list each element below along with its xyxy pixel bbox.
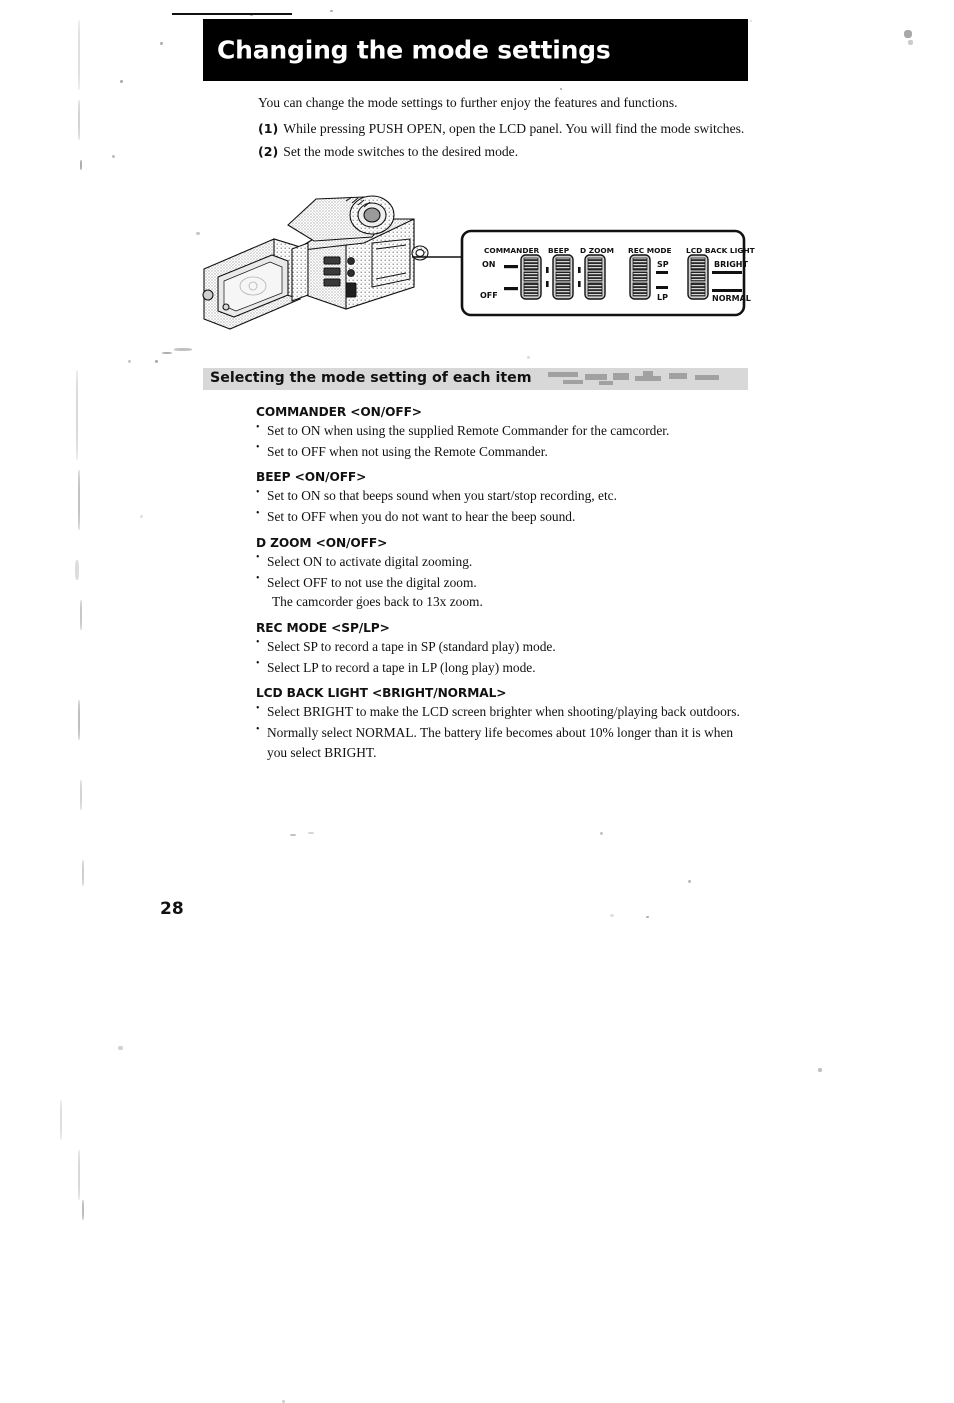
- mode-item-recmode: REC MODE <SP/LP> Select SP to record a t…: [256, 621, 751, 677]
- mode-item-bullets: Select ON to activate digital zooming. S…: [256, 552, 751, 612]
- mode-item-beep: BEEP <ON/OFF> Set to ON so that beeps so…: [256, 470, 751, 526]
- bullet: Set to OFF when you do not want to hear …: [256, 507, 751, 527]
- mode-item-bullets: Select SP to record a tape in SP (standa…: [256, 637, 751, 677]
- intro-block: You can change the mode settings to furt…: [258, 94, 748, 166]
- camcorder-figure: COMMANDER BEEP D ZOOM REC MODE LCD BACK …: [196, 183, 756, 333]
- switch-label-beep: BEEP: [548, 246, 570, 255]
- page-title: Changing the mode settings: [217, 36, 611, 65]
- bullet: Set to ON when using the supplied Remote…: [256, 421, 751, 441]
- page-number: 28: [160, 899, 184, 919]
- switch-value-sp: SP: [657, 260, 669, 269]
- mode-item-bullets: Select BRIGHT to make the LCD screen bri…: [256, 702, 751, 762]
- mode-items-list: COMMANDER <ON/OFF> Set to ON when using …: [256, 405, 751, 771]
- mode-item-bullets: Set to ON so that beeps sound when you s…: [256, 486, 751, 526]
- lcd-panel: [203, 239, 300, 329]
- switch-value-bright: BRIGHT: [714, 260, 748, 269]
- mode-item-heading: BEEP <ON/OFF>: [256, 470, 751, 484]
- switch-label-commander: COMMANDER: [484, 246, 540, 255]
- rear-port: [412, 246, 428, 260]
- mode-item-bullets: Set to ON when using the supplied Remote…: [256, 421, 751, 461]
- lcd-hinge: [292, 243, 308, 301]
- switch-panel-callout: COMMANDER BEEP D ZOOM REC MODE LCD BACK …: [462, 231, 755, 315]
- bullet: Set to OFF when not using the Remote Com…: [256, 442, 751, 462]
- mode-item-heading: REC MODE <SP/LP>: [256, 621, 751, 635]
- mode-item-heading: D ZOOM <ON/OFF>: [256, 536, 751, 550]
- step-number: (1): [258, 120, 278, 138]
- intro-step-2: (2) Set the mode switches to the desired…: [258, 143, 748, 161]
- header-top-rule: [172, 13, 292, 15]
- page-title-bar: Changing the mode settings: [203, 19, 748, 81]
- mode-item-heading: COMMANDER <ON/OFF>: [256, 405, 751, 419]
- bullet: Select LP to record a tape in LP (long p…: [256, 658, 751, 678]
- switch-label-dzoom: D ZOOM: [580, 246, 614, 255]
- bullet: Normally select NORMAL. The battery life…: [256, 723, 751, 762]
- intro-lead: You can change the mode settings to furt…: [258, 94, 748, 112]
- switch-value-normal: NORMAL: [712, 294, 751, 303]
- step-text: Set the mode switches to the desired mod…: [283, 143, 748, 161]
- bullet-continuation: The camcorder goes back to 13x zoom.: [267, 592, 751, 612]
- step-number: (2): [258, 143, 278, 161]
- bullet: Set to ON so that beeps sound when you s…: [256, 486, 751, 506]
- mode-item-backlight: LCD BACK LIGHT <BRIGHT/NORMAL> Select BR…: [256, 686, 751, 762]
- section-heading: Selecting the mode setting of each item: [210, 370, 532, 386]
- bullet: Select ON to activate digital zooming.: [256, 552, 751, 572]
- switch-value-off: OFF: [480, 291, 498, 300]
- switch-value-lp: LP: [657, 293, 668, 302]
- mode-item-commander: COMMANDER <ON/OFF> Set to ON when using …: [256, 405, 751, 461]
- step-text: While pressing PUSH OPEN, open the LCD p…: [283, 120, 748, 138]
- switch-label-backlight: LCD BACK LIGHT: [686, 246, 755, 255]
- intro-step-1: (1) While pressing PUSH OPEN, open the L…: [258, 120, 748, 138]
- camcorder-grip: [372, 239, 410, 287]
- mode-item-dzoom: D ZOOM <ON/OFF> Select ON to activate di…: [256, 536, 751, 612]
- bullet: Select BRIGHT to make the LCD screen bri…: [256, 702, 751, 722]
- mode-item-heading: LCD BACK LIGHT <BRIGHT/NORMAL>: [256, 686, 751, 700]
- bullet: Select SP to record a tape in SP (standa…: [256, 637, 751, 657]
- bullet: Select OFF to not use the digital zoom. …: [256, 573, 751, 612]
- switch-value-on: ON: [482, 260, 496, 269]
- switch-label-recmode: REC MODE: [628, 246, 672, 255]
